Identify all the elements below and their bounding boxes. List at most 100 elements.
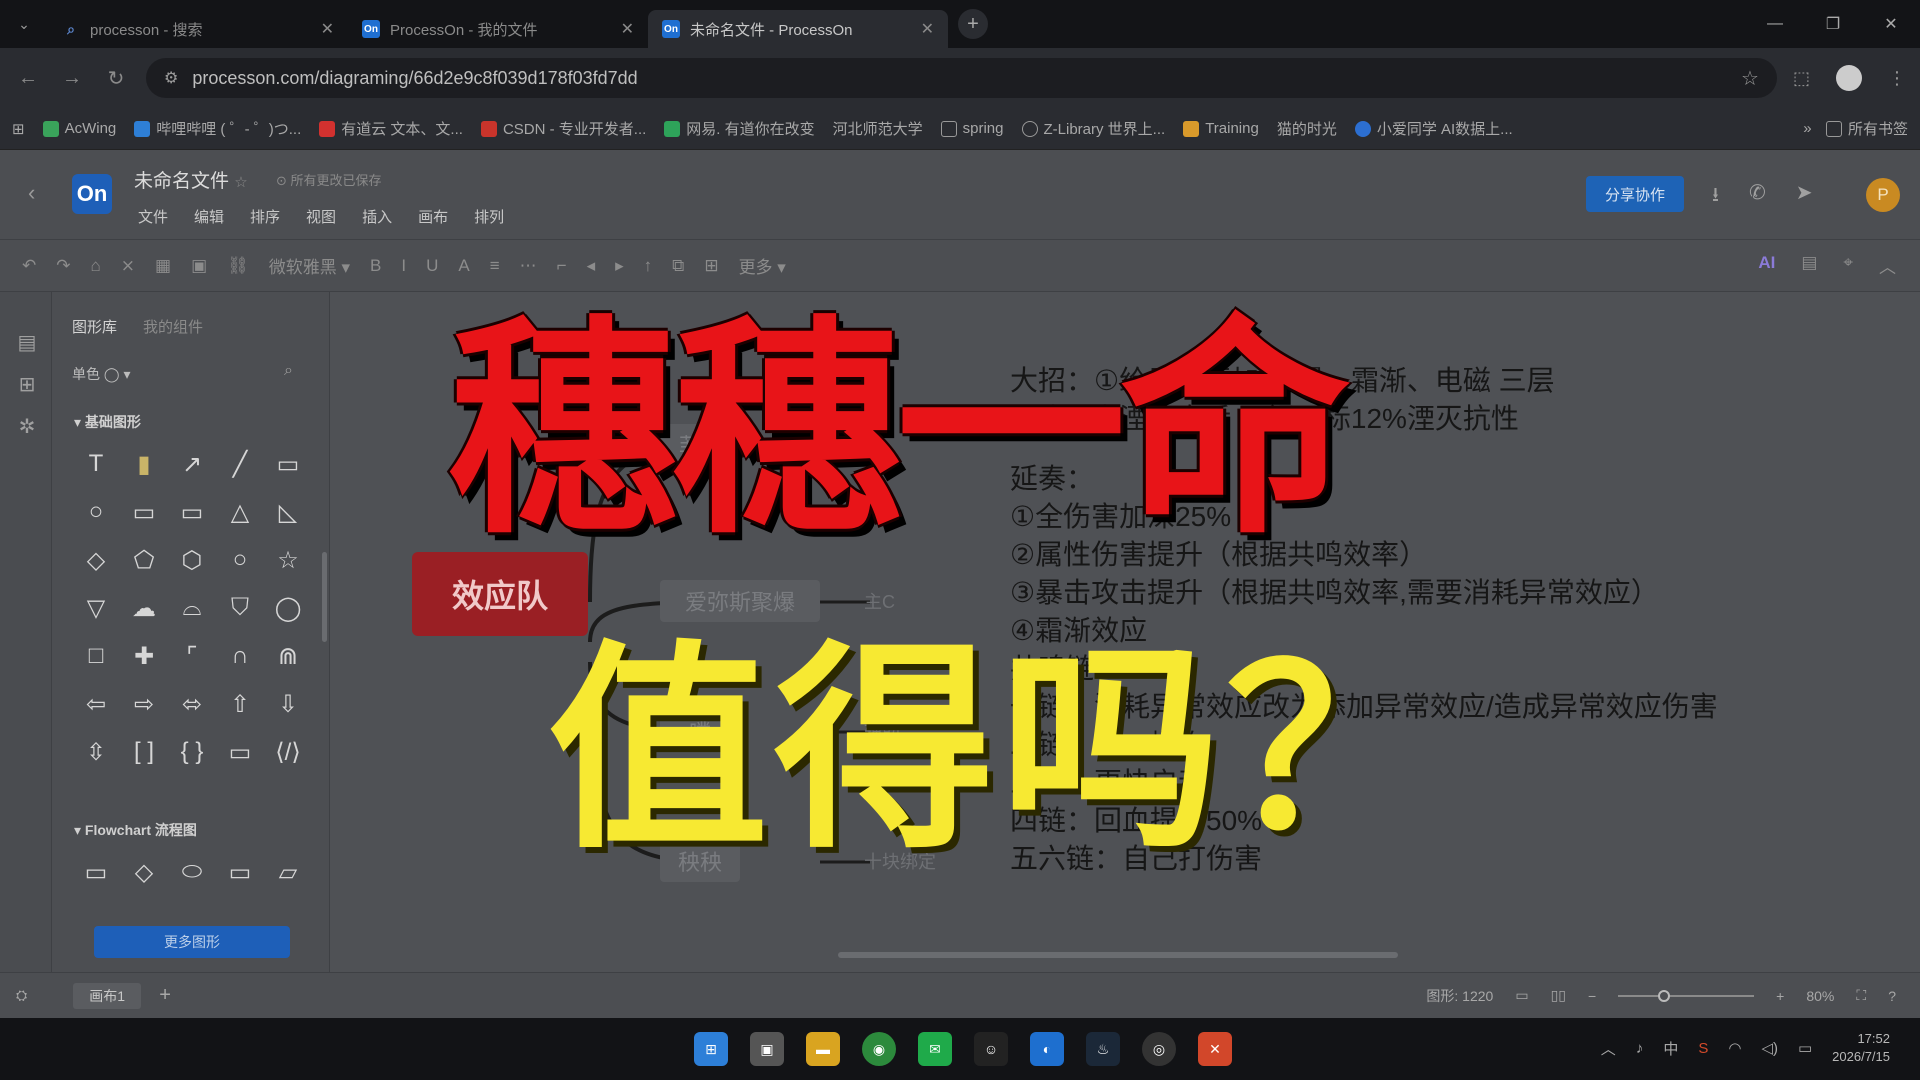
mindmap-node[interactable]: 爱弥斯聚爆 bbox=[660, 580, 820, 622]
close-window-icon[interactable]: ✕ bbox=[1862, 0, 1920, 48]
battery-icon[interactable]: ▭ bbox=[1798, 1039, 1812, 1057]
menu-sort[interactable]: 排序 bbox=[250, 206, 280, 227]
speech-bubble-icon[interactable]: ◯ bbox=[264, 590, 312, 626]
sogou-icon[interactable]: S bbox=[1698, 1040, 1708, 1057]
document-icon[interactable]: ▭ bbox=[216, 854, 264, 890]
cloud-icon[interactable]: ☁ bbox=[120, 590, 168, 626]
style-panel-icon[interactable]: ▤ bbox=[1801, 253, 1817, 278]
menu-view[interactable]: 视图 bbox=[306, 206, 336, 227]
minimize-icon[interactable]: — bbox=[1746, 0, 1804, 48]
qq-icon[interactable]: ☺ bbox=[974, 1032, 1008, 1066]
circle-icon[interactable]: ○ bbox=[72, 494, 120, 530]
hexagon-icon[interactable]: ⬡ bbox=[168, 542, 216, 578]
mindmap-node[interactable]: 噗 bbox=[660, 710, 740, 752]
menu-arrange[interactable]: 排列 bbox=[474, 206, 504, 227]
table-icon[interactable]: ⊞ bbox=[704, 256, 718, 276]
star-icon[interactable]: ☆ bbox=[264, 542, 312, 578]
right-triangle-icon[interactable]: ◺ bbox=[264, 494, 312, 530]
extensions-icon[interactable]: ⬚ bbox=[1793, 68, 1810, 89]
site-info-icon[interactable]: ⚙ bbox=[164, 68, 178, 88]
page-tab[interactable]: 画布1 bbox=[73, 982, 142, 1009]
ime-indicator[interactable]: 中 bbox=[1663, 1038, 1678, 1059]
zoom-level[interactable]: 80% bbox=[1806, 988, 1834, 1004]
rectangle-icon[interactable]: ▭ bbox=[120, 494, 168, 530]
tab-untitled-file[interactable]: On 未命名文件 - ProcessOn ✕ bbox=[648, 10, 948, 48]
rounded-rect-icon[interactable]: ▭ bbox=[264, 446, 312, 482]
fit-page-icon[interactable]: ▭ bbox=[1515, 987, 1528, 1004]
menu-file[interactable]: 文件 bbox=[138, 206, 168, 227]
tab-search[interactable]: ⌕ processon - 搜索 ✕ bbox=[48, 10, 348, 48]
bookmark-item[interactable]: 河北师范大学 bbox=[833, 118, 923, 139]
format-painter-icon[interactable]: ⌂ bbox=[91, 256, 101, 276]
fullscreen-icon[interactable]: ⛶ bbox=[1856, 987, 1866, 1004]
cross-icon[interactable]: ✚ bbox=[120, 638, 168, 674]
reload-icon[interactable]: ↻ bbox=[102, 66, 130, 91]
close-icon[interactable]: ✕ bbox=[621, 19, 634, 39]
mindmap-node[interactable]: 秧秧 bbox=[660, 840, 740, 882]
bold-icon[interactable]: B bbox=[370, 256, 381, 276]
xmind-icon[interactable]: ✕ bbox=[1198, 1032, 1232, 1066]
wifi-icon[interactable]: ◠ bbox=[1728, 1039, 1741, 1057]
more-dropdown[interactable]: 更多 ▾ bbox=[739, 253, 786, 278]
canvas-scrollbar[interactable] bbox=[838, 952, 1398, 958]
download-icon[interactable]: ⭳ bbox=[1712, 180, 1719, 214]
file-explorer-icon[interactable]: ▬ bbox=[806, 1032, 840, 1066]
data-icon[interactable]: ▱ bbox=[264, 854, 312, 890]
bookmark-item[interactable]: AcWing bbox=[42, 120, 116, 137]
color-filter[interactable]: 单色 ◯ ▾ bbox=[72, 364, 130, 384]
bring-front-icon[interactable]: ↑ bbox=[644, 256, 653, 276]
forward-icon[interactable]: → bbox=[58, 67, 86, 90]
start-icon[interactable]: ⊞ bbox=[694, 1032, 728, 1066]
star-icon[interactable]: ☆ bbox=[234, 174, 247, 191]
bookmark-item[interactable]: 网易. 有道你在改变 bbox=[664, 118, 815, 139]
menu-canvas[interactable]: 画布 bbox=[418, 206, 448, 227]
bookmark-item[interactable]: 哔哩哔哩 ( ゜- ゜)つ... bbox=[134, 118, 301, 139]
arch-icon[interactable]: ∩ bbox=[216, 638, 264, 674]
bookmark-star-icon[interactable]: ☆ bbox=[1741, 66, 1759, 91]
menu-insert[interactable]: 插入 bbox=[362, 206, 392, 227]
arrow-both-icon[interactable]: ⬄ bbox=[168, 686, 216, 722]
arrow-end-icon[interactable]: ▸ bbox=[615, 256, 624, 276]
panel-scrollbar[interactable] bbox=[322, 552, 327, 642]
image-icon[interactable]: ▣ bbox=[191, 256, 207, 276]
corner-icon[interactable]: ⌜ bbox=[168, 638, 216, 674]
close-icon[interactable]: ✕ bbox=[921, 19, 934, 39]
locate-icon[interactable]: ⌖ bbox=[1843, 253, 1853, 278]
document-title[interactable]: 未命名文件 ☆ bbox=[134, 166, 248, 193]
arrow-up-icon[interactable]: ⇧ bbox=[216, 686, 264, 722]
section-flowchart[interactable]: ▾ Flowchart 流程图 bbox=[74, 820, 197, 840]
arrow-left-icon[interactable]: ⇦ bbox=[72, 686, 120, 722]
triangle-icon[interactable]: △ bbox=[216, 494, 264, 530]
task-view-icon[interactable]: ▣ bbox=[750, 1032, 784, 1066]
tab-my-files[interactable]: On ProcessOn - 我的文件 ✕ bbox=[348, 10, 648, 48]
underline-icon[interactable]: U bbox=[426, 256, 438, 276]
brace-icon[interactable]: { } bbox=[168, 734, 216, 770]
tab-search-menu-icon[interactable]: ⌄ bbox=[0, 0, 48, 48]
octagon-icon[interactable]: ○ bbox=[216, 542, 264, 578]
section-basic-shapes[interactable]: ▾ 基础图形 bbox=[74, 412, 141, 432]
arrow-down-icon[interactable]: ⇩ bbox=[264, 686, 312, 722]
vpn-icon[interactable]: ◐ bbox=[1030, 1032, 1064, 1066]
outline-icon[interactable]: ▤ bbox=[14, 330, 40, 356]
zoom-out-icon[interactable]: − bbox=[1588, 988, 1596, 1004]
avatar[interactable]: P bbox=[1866, 178, 1900, 212]
link-icon[interactable]: ⛓ bbox=[227, 256, 249, 276]
italic-icon[interactable]: I bbox=[401, 256, 406, 276]
group-icon[interactable]: ⧉ bbox=[672, 256, 684, 276]
tab-my-components[interactable]: 我的组件 bbox=[143, 316, 203, 337]
clock[interactable]: 17:52 2026/7/15 bbox=[1832, 1030, 1890, 1066]
collapse-toolbar-icon[interactable]: ︿ bbox=[1879, 253, 1896, 278]
help-icon[interactable]: ? bbox=[1888, 988, 1896, 1004]
close-icon[interactable]: ✕ bbox=[321, 19, 334, 39]
font-select[interactable]: 微软雅黑 ▾ bbox=[269, 253, 350, 278]
bookmark-item[interactable]: Training bbox=[1183, 120, 1259, 137]
steam-icon[interactable]: ♨ bbox=[1086, 1032, 1120, 1066]
back-icon[interactable]: ← bbox=[14, 67, 42, 90]
tab-shape-library[interactable]: 图形库 bbox=[72, 316, 117, 337]
zoom-slider[interactable] bbox=[1618, 989, 1755, 1002]
zoom-in-icon[interactable]: + bbox=[1776, 988, 1784, 1004]
diamond-icon[interactable]: ◇ bbox=[72, 542, 120, 578]
frame-shape-icon[interactable]: ▭ bbox=[216, 734, 264, 770]
frame-icon[interactable]: ▦ bbox=[155, 256, 171, 276]
zoom-knob[interactable] bbox=[1658, 989, 1671, 1002]
